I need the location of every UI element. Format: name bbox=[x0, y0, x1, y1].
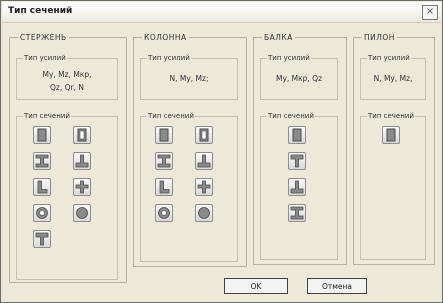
group-beam: БАЛКА Тип усилий My, Mкр, Qz Тип сечений bbox=[253, 33, 347, 265]
section-button-t-inverted[interactable] bbox=[33, 230, 51, 248]
rectangle-section-icon bbox=[386, 128, 396, 142]
section-button-box[interactable] bbox=[73, 126, 91, 144]
section-button-i-beam[interactable] bbox=[33, 152, 51, 170]
section-button-cross[interactable] bbox=[195, 178, 213, 196]
box-section-icon bbox=[199, 128, 209, 142]
section-button-ring[interactable] bbox=[155, 204, 173, 222]
group-rod-sections: Тип сечений bbox=[16, 112, 118, 280]
group-pylon-forces: Тип усилий N, My, Mz, bbox=[360, 54, 426, 100]
group-pylon-sections: Тип сечений bbox=[360, 112, 426, 260]
section-button-t-beam[interactable] bbox=[73, 152, 91, 170]
group-beam-sections: Тип сечений bbox=[260, 112, 338, 260]
section-button-t-beam[interactable] bbox=[195, 152, 213, 170]
circle-section-icon bbox=[198, 207, 210, 219]
group-column-sections-legend: Тип сечений bbox=[148, 112, 194, 120]
group-rod-forces-line-2: Qz, Qr, N bbox=[50, 83, 84, 92]
section-button-l-angle[interactable] bbox=[155, 178, 173, 196]
section-button-rectangle[interactable] bbox=[288, 126, 306, 144]
rectangle-section-icon bbox=[292, 128, 302, 142]
group-rod-sections-legend: Тип сечений bbox=[24, 112, 70, 120]
section-button-i-beam[interactable] bbox=[155, 152, 173, 170]
group-beam-forces: Тип усилий My, Mкр, Qz bbox=[260, 54, 338, 100]
dialog-title: Тип сечений bbox=[8, 6, 73, 16]
group-pylon-forces-line-1: N, My, Mz, bbox=[373, 74, 413, 83]
section-button-t-inverted[interactable] bbox=[288, 152, 306, 170]
i-beam-section-icon bbox=[35, 154, 49, 168]
t-beam-section-icon bbox=[290, 180, 304, 194]
cancel-button[interactable]: Отмена bbox=[307, 278, 367, 294]
section-button-circle[interactable] bbox=[73, 204, 91, 222]
ring-section-icon bbox=[158, 207, 170, 219]
circle-section-icon bbox=[76, 207, 88, 219]
close-icon: × bbox=[425, 6, 435, 17]
ring-section-icon bbox=[36, 207, 48, 219]
group-column-sections: Тип сечений bbox=[140, 112, 238, 262]
t-inverted-section-icon bbox=[290, 154, 304, 168]
group-pylon-sections-legend: Тип сечений bbox=[368, 112, 414, 120]
group-rod-forces: Тип усилий My, Mz, Mкр, Qz, Qr, N bbox=[16, 54, 118, 100]
l-angle-section-icon bbox=[159, 180, 170, 194]
group-rod-forces-legend: Тип усилий bbox=[24, 54, 66, 62]
group-pylon-forces-legend: Тип усилий bbox=[368, 54, 410, 62]
section-button-l-angle[interactable] bbox=[33, 178, 51, 196]
group-column: КОЛОННА Тип усилий N, My, Mz; Тип сечени… bbox=[133, 33, 247, 267]
rectangle-section-icon bbox=[37, 128, 47, 142]
group-beam-forces-line-1: My, Mкр, Qz bbox=[275, 74, 323, 83]
group-pylon-forces-text: N, My, Mz, bbox=[362, 72, 424, 85]
group-pylon-legend: ПИЛОН bbox=[364, 33, 395, 42]
t-beam-section-icon bbox=[197, 154, 211, 168]
group-column-forces-line-1: N, My, Mz; bbox=[169, 74, 209, 83]
i-beam-section-icon bbox=[290, 206, 304, 220]
section-type-dialog: Тип сечений × СТЕРЖЕНЬ Тип усилий My, Mz… bbox=[0, 0, 443, 303]
cross-section-icon bbox=[75, 180, 89, 194]
group-beam-forces-legend: Тип усилий bbox=[268, 54, 310, 62]
section-button-t-beam[interactable] bbox=[288, 178, 306, 196]
group-pylon: ПИЛОН Тип усилий N, My, Mz, Тип сечений bbox=[353, 33, 435, 265]
group-beam-forces-text: My, Mкр, Qz bbox=[262, 72, 336, 85]
group-column-legend: КОЛОННА bbox=[144, 33, 187, 42]
section-button-i-beam[interactable] bbox=[288, 204, 306, 222]
box-section-icon bbox=[77, 128, 87, 142]
group-rod-legend: СТЕРЖЕНЬ bbox=[20, 33, 67, 42]
group-rod: СТЕРЖЕНЬ Тип усилий My, Mz, Mкр, Qz, Qr,… bbox=[9, 33, 127, 283]
group-beam-sections-legend: Тип сечений bbox=[268, 112, 314, 120]
i-beam-section-icon bbox=[157, 154, 171, 168]
section-button-ring[interactable] bbox=[33, 204, 51, 222]
group-rod-forces-line-1: My, Mz, Mкр, bbox=[42, 70, 92, 79]
section-button-rectangle[interactable] bbox=[33, 126, 51, 144]
section-button-rectangle[interactable] bbox=[382, 126, 400, 144]
group-column-forces-legend: Тип усилий bbox=[148, 54, 190, 62]
t-beam-section-icon bbox=[75, 154, 89, 168]
section-button-cross[interactable] bbox=[73, 178, 91, 196]
title-bar[interactable]: Тип сечений × bbox=[2, 2, 441, 23]
rectangle-section-icon bbox=[159, 128, 169, 142]
cross-section-icon bbox=[197, 180, 211, 194]
group-beam-legend: БАЛКА bbox=[264, 33, 293, 42]
l-angle-section-icon bbox=[37, 180, 48, 194]
close-button[interactable]: × bbox=[422, 5, 438, 20]
group-column-forces: Тип усилий N, My, Mz; bbox=[140, 54, 238, 100]
section-button-circle[interactable] bbox=[195, 204, 213, 222]
section-button-box[interactable] bbox=[195, 126, 213, 144]
group-rod-forces-text: My, Mz, Mкр, Qz, Qr, N bbox=[19, 68, 115, 94]
t-inverted-section-icon bbox=[35, 232, 49, 246]
section-button-rectangle[interactable] bbox=[155, 126, 173, 144]
ok-button[interactable]: OK bbox=[224, 278, 288, 294]
group-column-forces-text: N, My, Mz; bbox=[143, 72, 235, 85]
